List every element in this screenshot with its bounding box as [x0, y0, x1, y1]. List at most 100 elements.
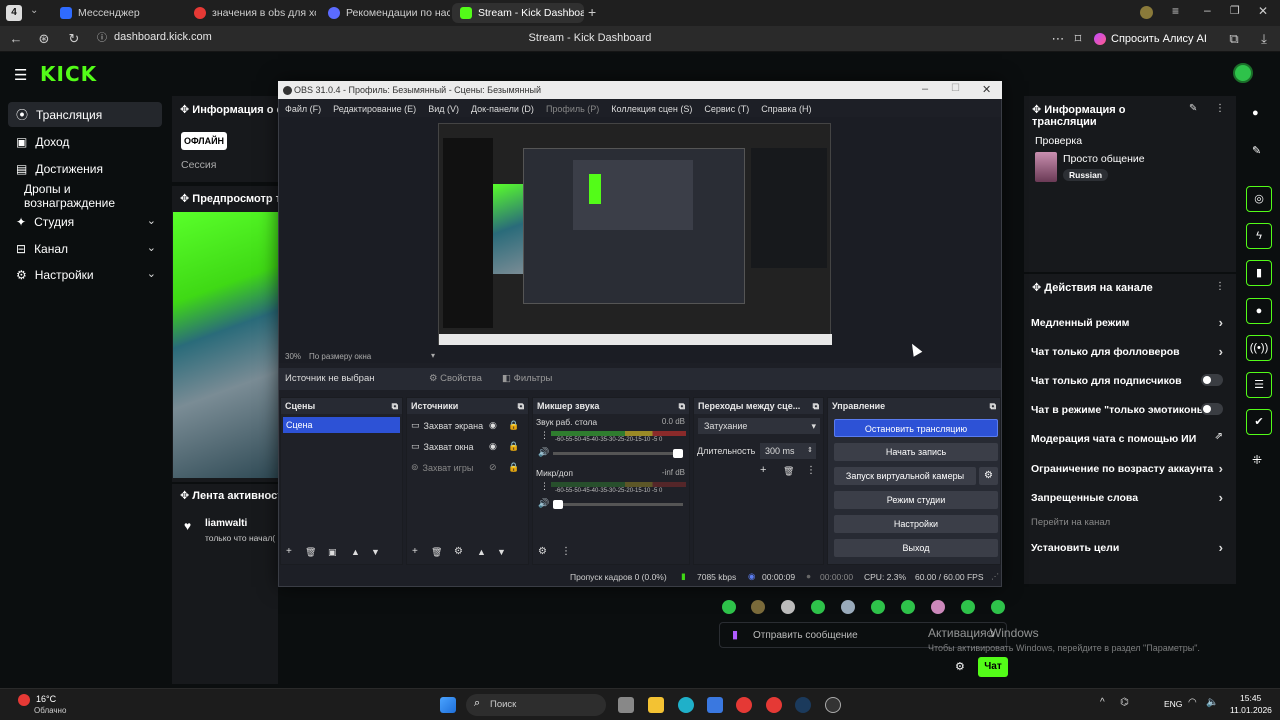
- language-indicator[interactable]: ENG: [1164, 699, 1182, 709]
- rail-document-button[interactable]: ▮: [1246, 260, 1272, 286]
- properties-button[interactable]: ⚙ Свойства: [429, 373, 482, 384]
- wifi-icon[interactable]: ◠: [1188, 697, 1197, 708]
- move-down-icon[interactable]: ▼: [371, 547, 380, 557]
- obs-minimize-icon[interactable]: –: [922, 83, 928, 95]
- sidebar-item-broadcast[interactable]: ⦿ Трансляция: [8, 102, 162, 127]
- chat-settings-icon[interactable]: ⚙: [955, 660, 965, 673]
- sidebar-item-achievements[interactable]: ▤ Достижения: [8, 156, 162, 181]
- mic-speaker-icon[interactable]: 🔊: [538, 498, 549, 509]
- exit-button[interactable]: Выход: [834, 539, 998, 557]
- start-virtual-camera-button[interactable]: Запуск виртуальной камеры: [834, 467, 976, 485]
- emote-icon[interactable]: [871, 600, 885, 614]
- pencil-icon[interactable]: ✎: [1252, 144, 1261, 157]
- clock-time[interactable]: 15:45: [1240, 693, 1261, 703]
- menu-edit[interactable]: Редактирование (E): [333, 104, 416, 114]
- source-screen-capture[interactable]: ▭ Захват экрана ◉ 🔒: [411, 420, 531, 431]
- rail-broadcast-button[interactable]: ((•)): [1246, 335, 1272, 361]
- sidebar-item-drops[interactable]: Дропы и вознаграждение: [8, 182, 162, 210]
- emote-icon[interactable]: [781, 600, 795, 614]
- rail-wrench-button[interactable]: ✔: [1246, 409, 1272, 435]
- lock-icon[interactable]: 🔒: [508, 462, 519, 473]
- add-source-icon[interactable]: +: [412, 546, 418, 557]
- volume-knob[interactable]: [673, 449, 683, 458]
- kebab-icon[interactable]: ⋮: [1215, 103, 1225, 114]
- volume-icon[interactable]: 🔈: [1206, 697, 1218, 708]
- download-icon[interactable]: ⤓: [1256, 31, 1272, 47]
- emote-icon[interactable]: [991, 600, 1005, 614]
- sidebar-item-income[interactable]: ▣ Доход: [8, 129, 162, 154]
- mixer-menu-icon[interactable]: ⋮: [561, 546, 571, 557]
- hamburger-icon[interactable]: ☰: [14, 66, 27, 84]
- clock-date[interactable]: 11.01.2026: [1230, 705, 1272, 715]
- minimize-icon[interactable]: –: [1204, 3, 1211, 17]
- source-properties-icon[interactable]: ⚙: [454, 546, 463, 557]
- stop-streaming-button[interactable]: Остановить трансляцию: [834, 419, 998, 437]
- source-game-capture[interactable]: ⊚ Захват игры ⊘ 🔒: [411, 462, 531, 473]
- emote-icon[interactable]: [931, 600, 945, 614]
- scene-item[interactable]: Сцена: [283, 417, 400, 433]
- menu-help[interactable]: Справка (H): [761, 104, 811, 114]
- menu-docks[interactable]: Док-панели (D): [471, 104, 534, 114]
- duration-input[interactable]: 300 ms ⇕: [760, 443, 816, 459]
- fit-window-label[interactable]: По размеру окна: [309, 352, 371, 361]
- yandex-icon[interactable]: [766, 697, 782, 713]
- tab-messenger[interactable]: Мессенджер: [52, 3, 182, 23]
- undock-icon[interactable]: ⧉: [392, 398, 398, 414]
- emote-icon[interactable]: [841, 600, 855, 614]
- close-window-icon[interactable]: ✕: [1258, 4, 1268, 18]
- obs-maximize-icon[interactable]: ☐: [951, 83, 960, 94]
- action-age-restriction[interactable]: Ограничение по возрасту аккаунта ›: [1031, 461, 1231, 476]
- tab-list-chevron-icon[interactable]: ⌄: [30, 5, 38, 16]
- new-tab-icon[interactable]: +: [588, 4, 596, 20]
- rail-camera-button[interactable]: ◎: [1246, 186, 1272, 212]
- taskbar-search[interactable]: ⌕ Поиск: [466, 694, 606, 716]
- undock-icon[interactable]: ⧉: [679, 398, 685, 414]
- remove-scene-icon[interactable]: 🗑: [305, 547, 316, 558]
- emote-icon[interactable]: [811, 600, 825, 614]
- menu-icon[interactable]: ≡: [1172, 4, 1179, 18]
- move-up-icon[interactable]: ▲: [351, 547, 360, 557]
- action-ai-moderation[interactable]: Модерация чата с помощью ИИ ⇗: [1031, 431, 1231, 445]
- ask-alice-button[interactable]: Спросить Алису AI: [1094, 30, 1207, 48]
- zoom-dropdown-icon[interactable]: ▾: [431, 351, 435, 360]
- edge-icon[interactable]: [678, 697, 694, 713]
- task-view-icon[interactable]: [618, 697, 634, 713]
- advanced-audio-icon[interactable]: ⚙: [538, 546, 547, 557]
- remove-transition-icon[interactable]: 🗑: [783, 466, 794, 477]
- menu-file[interactable]: Файл (F): [285, 104, 321, 114]
- obs-close-icon[interactable]: ✕: [982, 83, 991, 96]
- profile-icon[interactable]: [1140, 6, 1153, 19]
- emote-only-toggle[interactable]: [1201, 403, 1223, 415]
- undock-icon[interactable]: ⧉: [813, 398, 819, 414]
- weather-temp[interactable]: 16°C: [36, 694, 56, 704]
- network-icon[interactable]: ⌬: [1120, 697, 1129, 708]
- transition-menu-icon[interactable]: ⋮: [806, 465, 816, 476]
- desktop-audio-volume-slider[interactable]: [553, 449, 683, 458]
- move-down-icon[interactable]: ▼: [497, 547, 506, 557]
- filters-button[interactable]: ◧ Фильтры: [502, 373, 552, 384]
- action-banned-words[interactable]: Запрещенные слова ›: [1031, 490, 1231, 505]
- menu-view[interactable]: Вид (V): [428, 104, 459, 114]
- explorer-icon[interactable]: [648, 697, 664, 713]
- remove-source-icon[interactable]: 🗑: [431, 547, 442, 558]
- lock-icon[interactable]: 🔒: [508, 441, 519, 452]
- info-icon[interactable]: ●: [1252, 107, 1259, 119]
- tab-obs-values[interactable]: значения в obs для хоро: [186, 3, 316, 23]
- resize-grip-icon[interactable]: ⋰: [991, 572, 999, 581]
- visibility-hidden-icon[interactable]: ⊘: [489, 462, 497, 473]
- visibility-eye-icon[interactable]: ◉: [489, 441, 497, 452]
- transition-select[interactable]: Затухание ▾: [698, 418, 820, 434]
- edit-icon[interactable]: ✎: [1189, 103, 1197, 114]
- source-window-capture[interactable]: ▭ Захват окна ◉ 🔒: [411, 441, 531, 452]
- sidebar-item-studio[interactable]: ✦ Студия ⌄: [8, 209, 162, 234]
- kick-logo[interactable]: KICK: [40, 62, 97, 86]
- menu-tools[interactable]: Сервис (T): [704, 104, 749, 114]
- virtual-camera-settings-icon[interactable]: ⚙: [979, 467, 998, 485]
- emote-icon[interactable]: [961, 600, 975, 614]
- volume-knob[interactable]: [553, 500, 563, 509]
- mic-volume-slider[interactable]: [553, 500, 683, 509]
- user-avatar[interactable]: [1233, 63, 1253, 83]
- obs-taskbar-icon[interactable]: [825, 697, 841, 713]
- rail-list-button[interactable]: ☰: [1246, 372, 1272, 398]
- add-scene-icon[interactable]: +: [286, 546, 292, 557]
